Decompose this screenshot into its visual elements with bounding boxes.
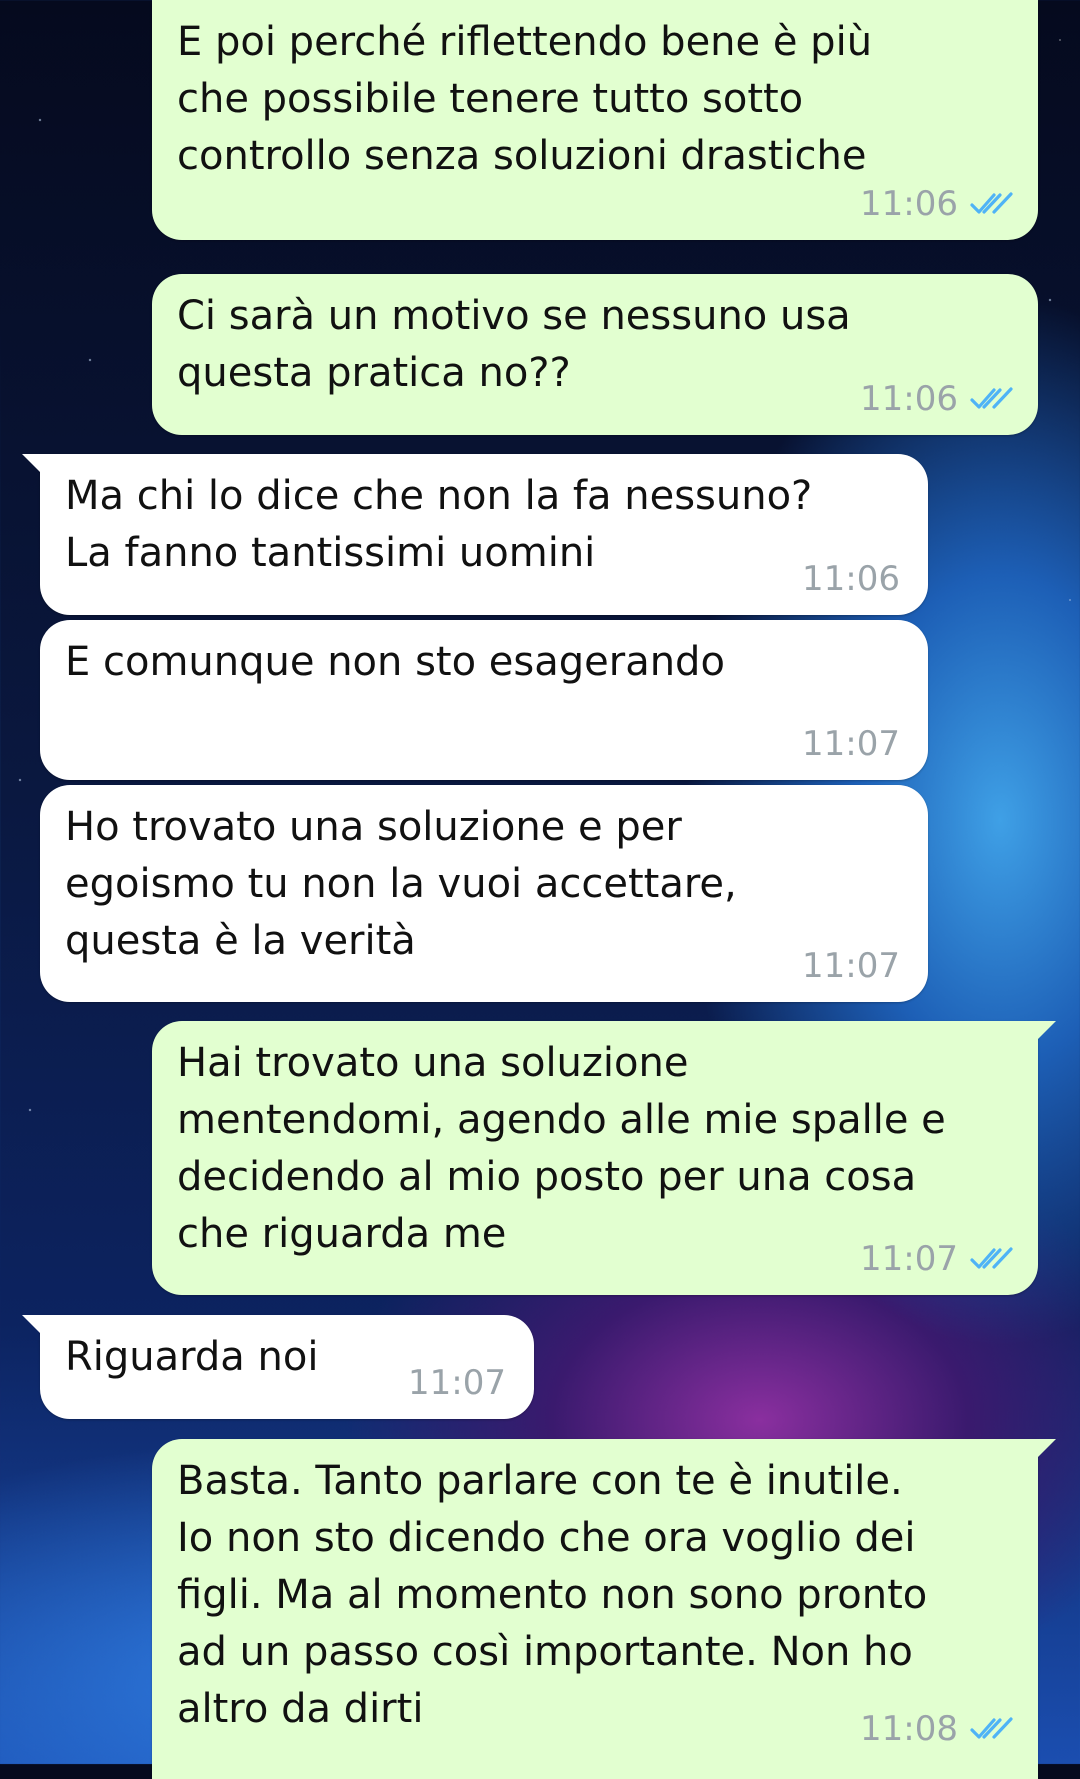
outgoing-message[interactable]: Basta. Tanto parlare con te è inutile. I… [152,1439,1056,1779]
message-meta: 11:06 [860,379,1014,419]
message-time: 11:08 [860,1709,958,1749]
incoming-message[interactable]: Ma chi lo dice che non la fa nessuno? La… [22,454,928,615]
message-list[interactable]: E poi perché riflettendo bene è più che … [0,0,1080,1779]
bubble-tail [22,454,44,476]
message-meta: 11:06 [860,184,1014,224]
double-check-read-icon [970,1717,1013,1739]
message-meta: 11:08 [860,1709,1014,1749]
outgoing-message[interactable]: Ci sarà un motivo se nessuno usa questa … [152,274,1038,435]
double-check-read-icon [970,1247,1013,1269]
message-time: 11:07 [802,724,900,764]
outgoing-message[interactable]: E poi perché riflettendo bene è più che … [152,0,1038,240]
message-text: E poi perché riflettendo bene è più che … [177,19,873,179]
message-time: 11:07 [860,1239,958,1279]
message-time: 11:07 [408,1363,506,1403]
message-meta: 11:07 [802,724,900,764]
message-text: Hai trovato una soluzione mentendomi, ag… [177,1040,946,1257]
message-meta: 11:07 [860,1239,1014,1279]
incoming-message[interactable]: Ho trovato una soluzione e per egoismo t… [40,785,928,1002]
bubble-tail [22,1315,44,1337]
double-check-read-icon [970,387,1013,409]
message-time: 11:07 [802,946,900,986]
incoming-message[interactable]: Riguarda noi 11:07 [22,1315,534,1419]
double-check-read-icon [970,192,1013,214]
message-meta: 11:07 [802,946,900,986]
message-time: 11:06 [802,559,900,599]
message-time: 11:06 [860,379,958,419]
message-meta: 11:07 [408,1363,506,1403]
message-meta: 11:06 [802,559,900,599]
message-time: 11:06 [860,184,958,224]
message-text: Ma chi lo dice che non la fa nessuno? La… [65,473,813,576]
bubble-tail [1034,1439,1056,1461]
message-text: E comunque non sto esagerando [65,639,725,685]
outgoing-message[interactable]: Hai trovato una soluzione mentendomi, ag… [152,1021,1056,1295]
message-text: Basta. Tanto parlare con te è inutile. I… [177,1458,928,1732]
message-text: Ho trovato una soluzione e per egoismo t… [65,804,737,964]
incoming-message[interactable]: E comunque non sto esagerando 11:07 [40,620,928,780]
bubble-tail [1034,1021,1056,1043]
